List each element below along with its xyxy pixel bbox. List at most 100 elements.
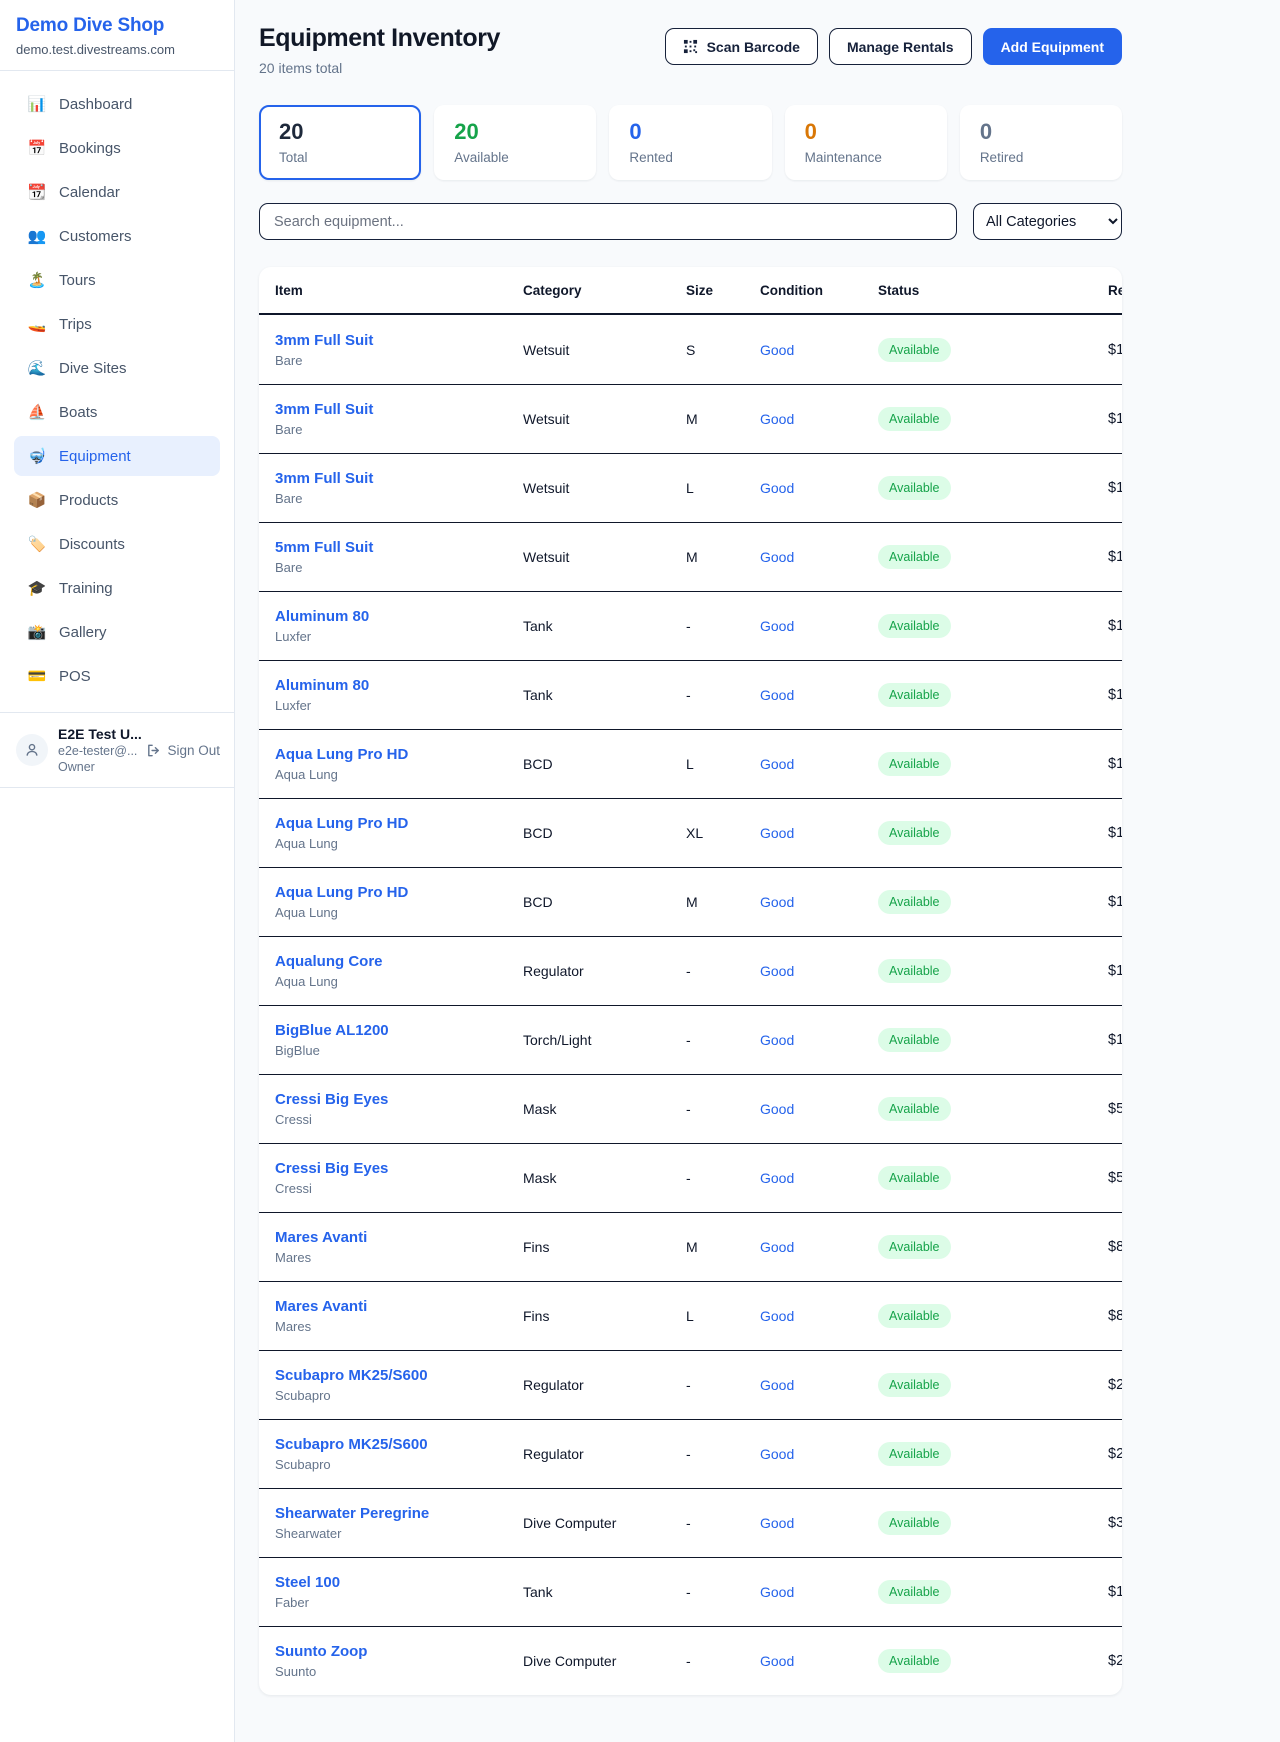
status-badge: Available	[878, 338, 951, 362]
cell-rental: $20.00/day	[1108, 1377, 1122, 1393]
item-link[interactable]: Aqua Lung Pro HD	[275, 746, 408, 763]
condition-link[interactable]: Good	[760, 618, 794, 634]
stat-card[interactable]: 0 Rented	[609, 105, 771, 180]
item-link[interactable]: Suunto Zoop	[275, 1643, 367, 1660]
item-link[interactable]: 3mm Full Suit	[275, 470, 373, 487]
condition-link[interactable]: Good	[760, 1584, 794, 1600]
stat-card[interactable]: 20 Available	[434, 105, 596, 180]
item-link[interactable]: BigBlue AL1200	[275, 1022, 389, 1039]
status-badge: Available	[878, 959, 951, 983]
column-header-category: Category	[523, 283, 686, 298]
condition-link[interactable]: Good	[760, 825, 794, 841]
sidebar-item[interactable]: ⛵ Boats	[14, 392, 220, 432]
manage-rentals-button[interactable]: Manage Rentals	[829, 28, 972, 65]
cell-condition: Good	[760, 687, 878, 703]
stat-card[interactable]: 20 Total	[259, 105, 421, 180]
cell-category: Dive Computer	[523, 1515, 686, 1531]
condition-link[interactable]: Good	[760, 342, 794, 358]
sidebar-item[interactable]: 👥 Customers	[14, 216, 220, 256]
item-brand: Bare	[275, 353, 523, 368]
condition-link[interactable]: Good	[760, 1032, 794, 1048]
condition-link[interactable]: Good	[760, 1377, 794, 1393]
cell-category: Regulator	[523, 1446, 686, 1462]
item-link[interactable]: Aqua Lung Pro HD	[275, 884, 408, 901]
category-select[interactable]: All Categories	[973, 203, 1122, 240]
condition-link[interactable]: Good	[760, 1308, 794, 1324]
item-link[interactable]: Cressi Big Eyes	[275, 1091, 388, 1108]
condition-link[interactable]: Good	[760, 894, 794, 910]
sidebar-item[interactable]: 🌊 Dive Sites	[14, 348, 220, 388]
sidebar-item[interactable]: 📦 Products	[14, 480, 220, 520]
table-row: Scubapro MK25/S600 Scubapro Regulator - …	[259, 1350, 1122, 1419]
nav-item-icon: 🏷️	[27, 535, 47, 553]
condition-link[interactable]: Good	[760, 549, 794, 565]
sign-out-button[interactable]: Sign Out	[146, 743, 220, 758]
sidebar-item[interactable]: 📸 Gallery	[14, 612, 220, 652]
cell-size: M	[686, 894, 760, 910]
condition-link[interactable]: Good	[760, 687, 794, 703]
scan-barcode-button[interactable]: Scan Barcode	[665, 28, 818, 65]
condition-link[interactable]: Good	[760, 1515, 794, 1531]
cell-rental: $18.00/day	[1108, 963, 1122, 979]
stat-value: 20	[454, 120, 576, 144]
item-link[interactable]: Aqua Lung Pro HD	[275, 815, 408, 832]
condition-link[interactable]: Good	[760, 1239, 794, 1255]
status-badge: Available	[878, 1097, 951, 1121]
condition-link[interactable]: Good	[760, 1101, 794, 1117]
item-link[interactable]: Steel 100	[275, 1574, 340, 1591]
item-link[interactable]: Shearwater Peregrine	[275, 1505, 429, 1522]
cell-size: M	[686, 549, 760, 565]
sidebar-item[interactable]: 🎓 Training	[14, 568, 220, 608]
search-input[interactable]	[259, 203, 957, 240]
condition-link[interactable]: Good	[760, 756, 794, 772]
stat-card[interactable]: 0 Maintenance	[785, 105, 947, 180]
condition-link[interactable]: Good	[760, 411, 794, 427]
condition-link[interactable]: Good	[760, 1653, 794, 1669]
condition-link[interactable]: Good	[760, 1446, 794, 1462]
condition-link[interactable]: Good	[760, 963, 794, 979]
item-link[interactable]: 5mm Full Suit	[275, 539, 373, 556]
nav-item-label: Tours	[59, 272, 96, 289]
cell-category: Fins	[523, 1308, 686, 1324]
cell-condition: Good	[760, 1239, 878, 1255]
item-link[interactable]: 3mm Full Suit	[275, 332, 373, 349]
item-brand: Cressi	[275, 1181, 523, 1196]
item-link[interactable]: Mares Avanti	[275, 1229, 367, 1246]
item-link[interactable]: Aluminum 80	[275, 677, 369, 694]
item-link[interactable]: 3mm Full Suit	[275, 401, 373, 418]
sidebar-item[interactable]: 📊 Dashboard	[14, 84, 220, 124]
item-brand: Mares	[275, 1250, 523, 1265]
item-brand: Bare	[275, 491, 523, 506]
item-link[interactable]: Scubapro MK25/S600	[275, 1367, 428, 1384]
brand-title[interactable]: Demo Dive Shop	[16, 15, 218, 37]
condition-link[interactable]: Good	[760, 1170, 794, 1186]
sidebar-item[interactable]: 🏝️ Tours	[14, 260, 220, 300]
user-meta: E2E Test U... e2e-tester@... Owner	[58, 726, 136, 774]
item-brand: Scubapro	[275, 1457, 523, 1472]
item-brand: BigBlue	[275, 1043, 523, 1058]
sidebar-item[interactable]: 🚤 Trips	[14, 304, 220, 344]
item-link[interactable]: Mares Avanti	[275, 1298, 367, 1315]
cell-status: Available	[878, 752, 1108, 776]
item-link[interactable]: Aqualung Core	[275, 953, 383, 970]
cell-category: Regulator	[523, 963, 686, 979]
sidebar-item[interactable]: 🤿 Equipment	[14, 436, 220, 476]
add-equipment-button[interactable]: Add Equipment	[983, 28, 1122, 65]
item-link[interactable]: Aluminum 80	[275, 608, 369, 625]
stat-label: Available	[454, 150, 576, 165]
sidebar-item[interactable]: 📆 Calendar	[14, 172, 220, 212]
status-badge: Available	[878, 545, 951, 569]
nav-item-label: Dashboard	[59, 96, 132, 113]
person-icon	[24, 742, 40, 758]
sidebar-item[interactable]: 🏷️ Discounts	[14, 524, 220, 564]
item-link[interactable]: Cressi Big Eyes	[275, 1160, 388, 1177]
cell-status: Available	[878, 476, 1108, 500]
sidebar-item[interactable]: 💳 POS	[14, 656, 220, 696]
table-row: Scubapro MK25/S600 Scubapro Regulator - …	[259, 1419, 1122, 1488]
item-link[interactable]: Scubapro MK25/S600	[275, 1436, 428, 1453]
status-badge: Available	[878, 1304, 951, 1328]
condition-link[interactable]: Good	[760, 480, 794, 496]
stat-value: 0	[805, 120, 927, 144]
sidebar-item[interactable]: 📅 Bookings	[14, 128, 220, 168]
stat-card[interactable]: 0 Retired	[960, 105, 1122, 180]
